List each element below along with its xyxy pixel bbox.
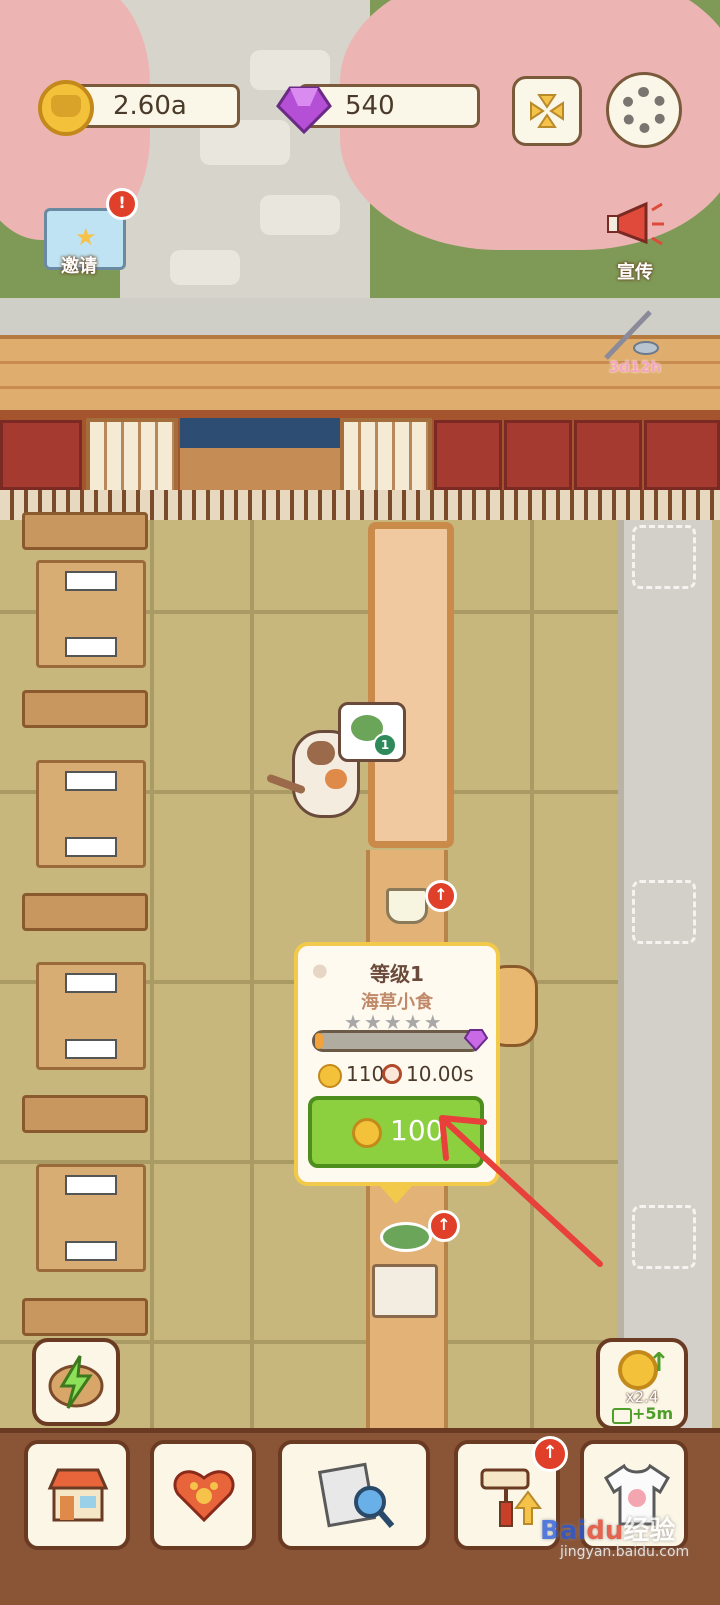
nav-shop-button[interactable] bbox=[24, 1440, 130, 1550]
annotation-arrow-icon bbox=[439, 1115, 603, 1267]
menu-card bbox=[65, 1241, 117, 1261]
star-rating: ★★★★★ bbox=[344, 1012, 454, 1032]
alert-badge-icon: ! bbox=[106, 188, 138, 220]
nav-news-button[interactable] bbox=[278, 1440, 430, 1550]
gem-amount: 540 bbox=[345, 91, 395, 121]
table-bench bbox=[22, 1095, 148, 1133]
cat-patch bbox=[325, 769, 347, 789]
promote-label: 宣传 bbox=[617, 262, 653, 283]
boost-duration: +5m bbox=[632, 1404, 674, 1423]
income-value: 110 bbox=[346, 1062, 385, 1086]
empty-slot[interactable] bbox=[632, 1205, 696, 1269]
dining-table[interactable] bbox=[36, 1164, 146, 1272]
menu-card bbox=[65, 837, 117, 857]
gem-milestone-icon bbox=[463, 1028, 489, 1052]
serving-counter bbox=[368, 522, 454, 848]
empty-slot[interactable] bbox=[632, 525, 696, 589]
lightning-icon bbox=[48, 1355, 104, 1409]
tatami-seam bbox=[150, 520, 154, 1430]
invite-label: 邀请 bbox=[61, 256, 97, 277]
order-bubble[interactable]: 1 bbox=[338, 702, 406, 762]
coin-icon bbox=[352, 1118, 382, 1148]
menu-card bbox=[65, 1175, 117, 1195]
table-bench bbox=[22, 690, 148, 728]
shop-icon bbox=[47, 1468, 109, 1522]
wall-panel bbox=[574, 420, 642, 490]
menu-card bbox=[65, 771, 117, 791]
clock-icon bbox=[382, 1064, 402, 1084]
table-bench bbox=[22, 893, 148, 931]
wall-panel bbox=[504, 420, 572, 490]
megaphone-icon[interactable] bbox=[606, 200, 666, 250]
wall-panel bbox=[644, 420, 720, 490]
shoji-window bbox=[340, 418, 432, 496]
gem-icon[interactable] bbox=[276, 80, 332, 136]
income-coin-icon bbox=[318, 1064, 342, 1088]
paint-roller-upgrade-icon bbox=[480, 1468, 542, 1527]
cutting-board-icon[interactable] bbox=[372, 1264, 438, 1318]
energy-boost-button[interactable] bbox=[32, 1338, 120, 1426]
dining-table[interactable] bbox=[36, 560, 146, 668]
upgrade-arrow-icon: ↑ bbox=[532, 1436, 568, 1472]
up-arrow-icon: ↑ bbox=[648, 1348, 670, 1378]
coin-icon bbox=[38, 80, 94, 136]
fishing-rod-icon[interactable] bbox=[600, 306, 660, 364]
watermark-url: jingyan.baidu.com bbox=[560, 1544, 690, 1560]
settings-button[interactable] bbox=[606, 72, 682, 148]
progress-fill bbox=[315, 1033, 324, 1049]
wave-curtain bbox=[180, 418, 340, 448]
dining-table[interactable] bbox=[36, 760, 146, 868]
wall-panel bbox=[0, 420, 82, 490]
coin-amount: 2.60a bbox=[113, 91, 187, 121]
level-label: 等级1 bbox=[370, 962, 424, 986]
level-progress-bar bbox=[312, 1030, 482, 1052]
table-bench bbox=[22, 1298, 148, 1336]
income-boost-button[interactable]: ↑ x2.4 +5m bbox=[596, 1338, 688, 1430]
nav-favorites-button[interactable] bbox=[150, 1440, 256, 1550]
dining-table[interactable] bbox=[36, 962, 146, 1070]
order-count-badge: 1 bbox=[373, 733, 397, 757]
wall-panel bbox=[434, 420, 502, 490]
menu-card bbox=[65, 1039, 117, 1059]
collapse-arrows-button[interactable] bbox=[512, 76, 582, 146]
path-stone bbox=[170, 250, 240, 285]
cat-patch bbox=[307, 741, 335, 765]
side-walkway bbox=[618, 520, 712, 1430]
tatami-seam bbox=[250, 520, 254, 1430]
shoji-window bbox=[86, 418, 178, 496]
time-value: 10.00s bbox=[406, 1062, 474, 1086]
fishing-timer: 3d12h bbox=[608, 358, 662, 376]
arrows-inward-icon bbox=[530, 94, 564, 128]
menu-card bbox=[65, 637, 117, 657]
empty-slot[interactable] bbox=[632, 880, 696, 944]
star-icon: ★ bbox=[75, 223, 97, 251]
upgrade-arrow-icon[interactable]: ↑ bbox=[425, 880, 457, 912]
newspaper-search-icon bbox=[318, 1462, 395, 1528]
gear-center bbox=[635, 101, 653, 119]
table-bench bbox=[22, 512, 148, 550]
path-stone bbox=[260, 195, 340, 235]
seaweed-plate-icon[interactable] bbox=[380, 1222, 432, 1252]
menu-card bbox=[65, 571, 117, 591]
menu-card bbox=[65, 973, 117, 993]
heart-paw-icon bbox=[173, 1470, 235, 1523]
watermark-logo: Baidu经验 bbox=[540, 1516, 676, 1546]
tv-ad-icon bbox=[612, 1408, 632, 1424]
tea-cup-icon[interactable] bbox=[386, 888, 428, 924]
popup-pointer bbox=[380, 1186, 412, 1204]
